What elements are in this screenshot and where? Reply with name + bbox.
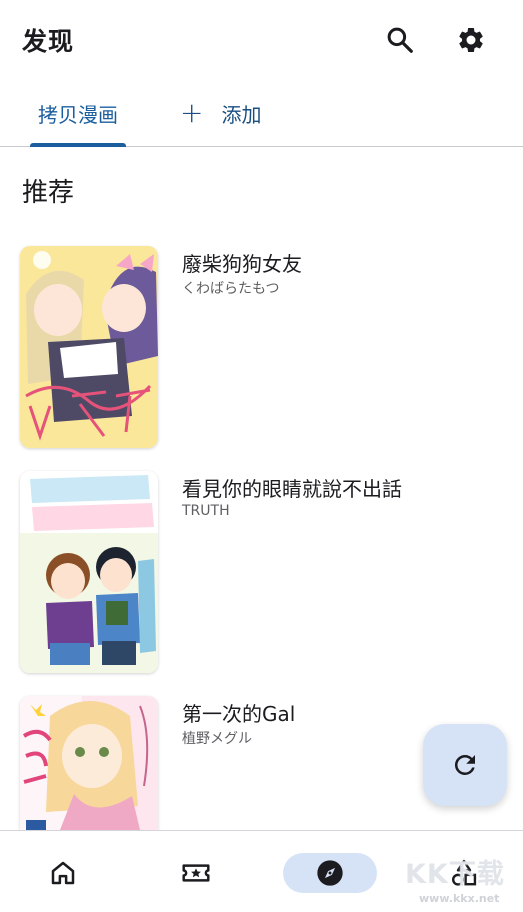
tab-copy-manga[interactable]: 拷贝漫画	[30, 80, 126, 147]
nav-home[interactable]	[16, 853, 110, 893]
manga-author: TRUTH	[182, 503, 230, 519]
settings-button[interactable]	[447, 16, 495, 64]
manga-title: 第一次的Gal	[182, 702, 296, 726]
tab-indicator	[30, 143, 126, 147]
search-icon	[387, 27, 413, 53]
top-app-bar: 发现	[0, 0, 523, 80]
tab-add[interactable]: + 添加	[180, 80, 261, 146]
refresh-fab[interactable]	[423, 724, 507, 806]
manga-cover[interactable]	[20, 696, 158, 830]
manga-cover[interactable]	[20, 471, 158, 673]
manga-author: 植野メグル	[182, 731, 252, 747]
gear-icon	[459, 27, 483, 52]
refresh-icon	[454, 755, 475, 775]
manga-author: くわばらたもつ	[182, 281, 280, 297]
home-icon	[51, 861, 75, 885]
manga-title: 看見你的眼睛就說不出話	[182, 477, 402, 501]
manga-title: 廢柴狗狗女友	[182, 252, 302, 276]
manga-list-item[interactable]: 看見你的眼睛就說不出話 TRUTH	[20, 471, 500, 673]
page-title: 发现	[22, 27, 75, 56]
manga-list-item[interactable]: 廢柴狗狗女友 くわばらたもつ	[20, 246, 500, 448]
plus-icon: +	[180, 96, 204, 129]
bottom-navigation	[0, 830, 523, 912]
shapes-icon	[452, 859, 477, 886]
search-button[interactable]	[376, 16, 424, 64]
nav-feed[interactable]	[149, 853, 243, 893]
section-title: 推荐	[22, 178, 75, 208]
compass-icon	[317, 860, 343, 886]
ticket-star-icon	[182, 864, 210, 882]
manga-cover[interactable]	[20, 246, 158, 448]
tab-add-label: 添加	[221, 102, 262, 127]
tab-copy-manga-label: 拷贝漫画	[38, 102, 118, 127]
nav-discover[interactable]	[283, 853, 377, 893]
nav-library[interactable]	[417, 853, 511, 893]
source-tabs: 拷贝漫画 + 添加	[0, 80, 523, 147]
